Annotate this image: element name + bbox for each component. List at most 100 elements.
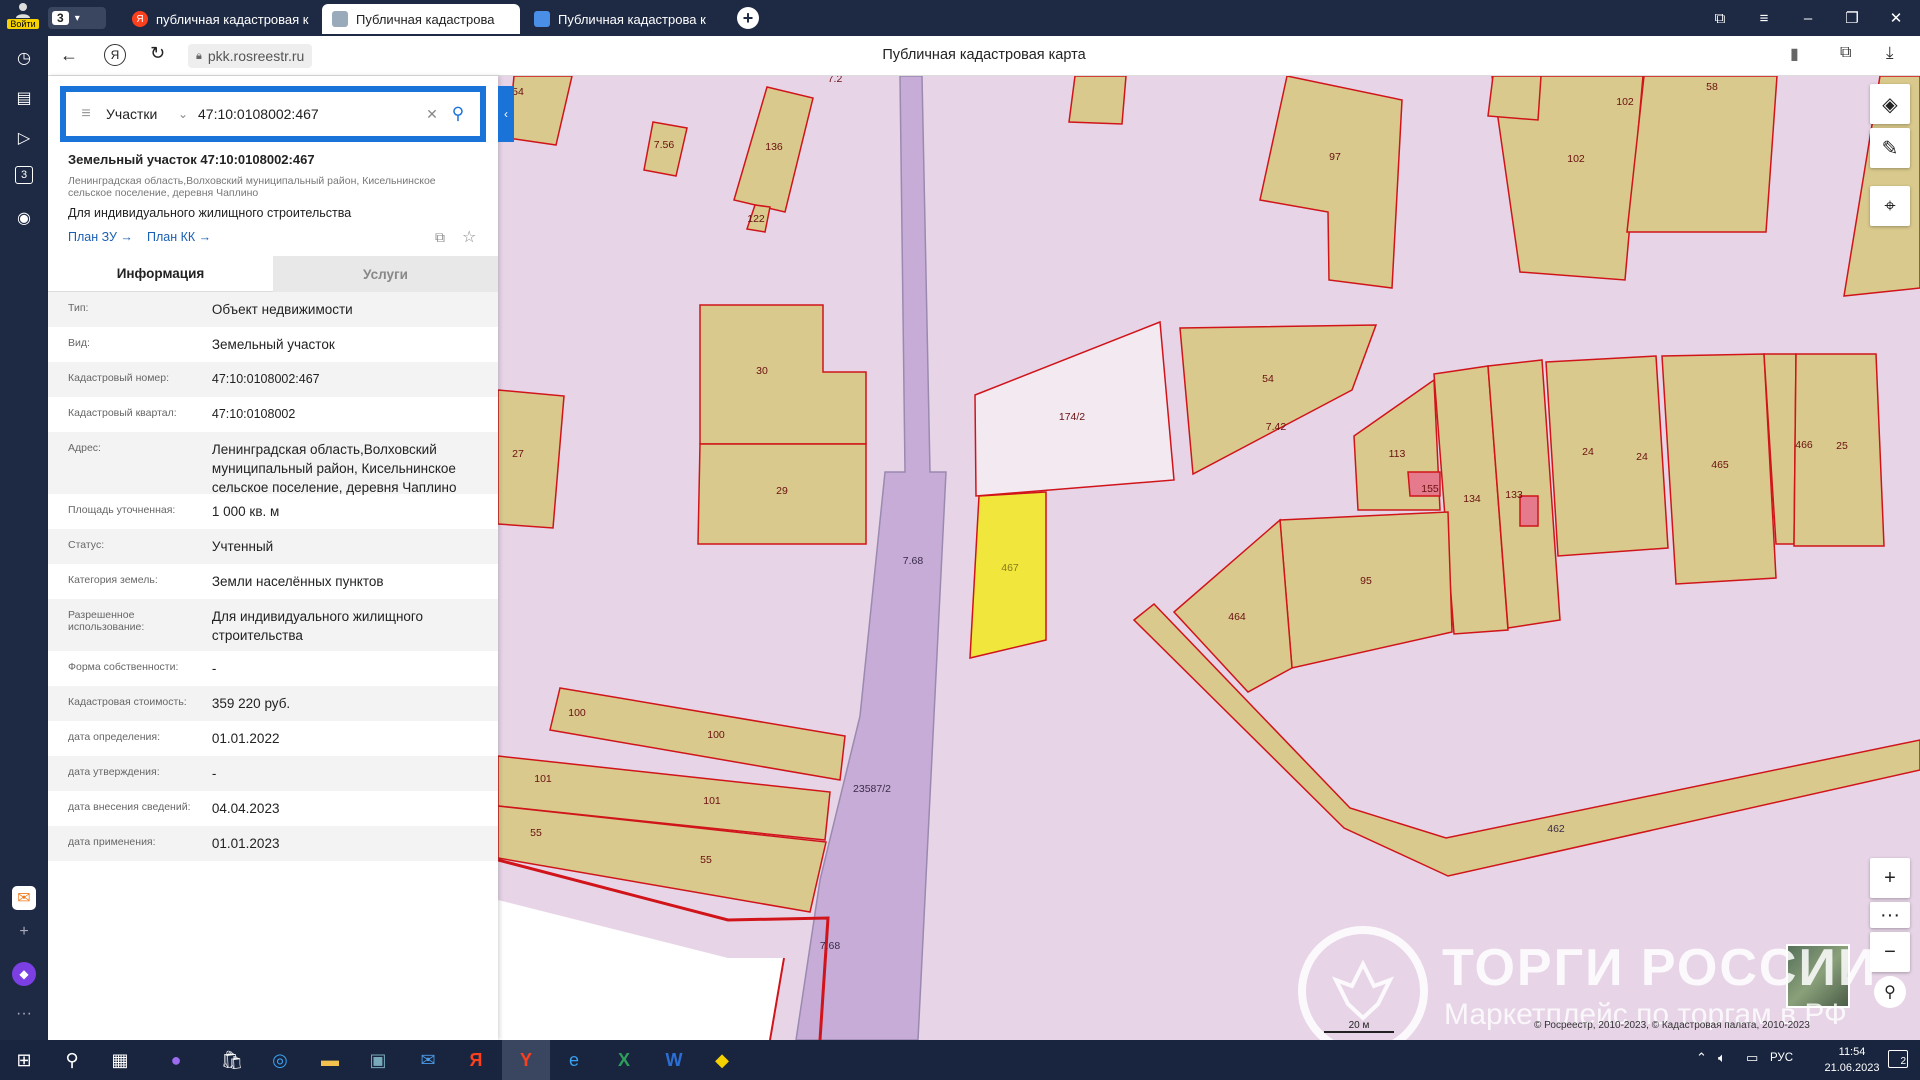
- parcel-label: 23587/2: [853, 783, 891, 795]
- info-value: 1 000 кв. м: [211, 504, 280, 519]
- new-tab-button[interactable]: +: [737, 7, 759, 29]
- parcel[interactable]: [699, 304, 867, 445]
- search-icon[interactable]: ⚲: [444, 104, 472, 124]
- search-category[interactable]: Участки: [106, 106, 178, 122]
- info-value: Объект недвижимости: [211, 302, 353, 317]
- zoom-in-button[interactable]: +: [1870, 858, 1910, 898]
- info-value[interactable]: 47:10:0108002: [212, 397, 478, 432]
- ruler-button[interactable]: ✎: [1870, 128, 1910, 168]
- map-canvas[interactable]: 547.27.56 136122971021025830174/2547.4227…: [498, 76, 1920, 1040]
- control-panel-icon[interactable]: ▣: [354, 1040, 402, 1080]
- menu-icon[interactable]: ≡: [1744, 0, 1784, 36]
- info-row: Площадь уточненная: 1 000 кв. м: [48, 494, 498, 529]
- road-strip[interactable]: [795, 76, 947, 1040]
- excel-icon[interactable]: X: [600, 1040, 648, 1080]
- clear-icon[interactable]: ✕: [420, 106, 444, 123]
- collapse-panel-button[interactable]: ‹: [498, 86, 514, 142]
- yandex-taskbar-icon[interactable]: Я: [452, 1040, 500, 1080]
- tray-clock[interactable]: 11:54 21.06.2023: [1816, 1044, 1888, 1076]
- parcel-label: 55: [530, 827, 542, 839]
- profile-button[interactable]: Войти: [6, 2, 40, 34]
- favorite-star-icon[interactable]: ☆: [462, 227, 476, 247]
- search-input[interactable]: [198, 106, 420, 122]
- compass-icon[interactable]: ⚲: [1874, 976, 1906, 1008]
- add-icon[interactable]: +: [12, 920, 36, 944]
- download-icon[interactable]: ⤓: [1886, 43, 1894, 63]
- ie-icon[interactable]: e: [550, 1040, 598, 1080]
- collections-add-icon[interactable]: ⧉: [1840, 44, 1851, 62]
- parcel-label: 102: [1616, 96, 1634, 108]
- info-value: 04.04.2023: [211, 801, 280, 816]
- task-view-icon[interactable]: ▦: [96, 1040, 144, 1080]
- parcel-label: 113: [1389, 448, 1406, 460]
- windows-start-icon[interactable]: ⊞: [0, 1040, 48, 1080]
- tab-services[interactable]: Услуги: [273, 256, 498, 292]
- parcel-label: 174/2: [1059, 411, 1085, 423]
- info-key: Форма собственности:: [68, 661, 179, 673]
- close-icon[interactable]: ✕: [1876, 0, 1916, 36]
- parcel-selected[interactable]: [969, 491, 1047, 659]
- parcel-label: 101: [703, 795, 721, 807]
- word-icon[interactable]: W: [650, 1040, 698, 1080]
- volume-icon[interactable]: 🔈︎: [1718, 1050, 1726, 1066]
- mail-icon[interactable]: ✉: [12, 886, 36, 910]
- chevron-down-icon: ▾: [74, 12, 80, 24]
- parcel[interactable]: [1545, 355, 1669, 557]
- parcel-label: 155: [1421, 483, 1439, 495]
- plan-kk-link[interactable]: План КК →: [147, 230, 211, 244]
- tray-lang[interactable]: РУС: [1770, 1052, 1793, 1064]
- restore-icon[interactable]: ❐: [1832, 0, 1872, 36]
- parcel[interactable]: [1068, 76, 1127, 125]
- edge-icon[interactable]: ◎: [256, 1040, 304, 1080]
- alice-icon[interactable]: ◆: [12, 962, 36, 986]
- tab-information[interactable]: Информация: [48, 256, 273, 292]
- hamburger-icon[interactable]: ≡: [66, 105, 106, 123]
- bookmarks-manager-icon[interactable]: ⧉: [1700, 0, 1740, 36]
- yandex-browser-taskbar-icon[interactable]: Y: [502, 1040, 550, 1080]
- video-icon[interactable]: ▷: [12, 126, 36, 150]
- notifications-icon[interactable]: 2: [1888, 1050, 1908, 1068]
- history-icon[interactable]: ◷: [12, 46, 36, 70]
- tab-2[interactable]: Публичная кадастрова: [322, 4, 520, 34]
- mail-app-icon[interactable]: ✉: [404, 1040, 452, 1080]
- store-icon[interactable]: 🛍︎: [208, 1040, 256, 1080]
- alice-taskbar-icon[interactable]: ●: [152, 1040, 200, 1080]
- camera-icon[interactable]: ◉: [12, 206, 36, 230]
- cadastral-map[interactable]: 54 7.2 7.56 136 122 97 102 102 58 30 174/2 54 7.42 27…: [498, 76, 1920, 1040]
- zoom-more-button[interactable]: ···: [1870, 902, 1910, 928]
- bookmark-icon[interactable]: ▮: [1790, 44, 1799, 64]
- tab-counter[interactable]: 3 ▾: [48, 7, 106, 29]
- minimize-icon[interactable]: –: [1788, 0, 1828, 36]
- parcel[interactable]: [1259, 76, 1403, 289]
- info-value: Для индивидуального жилищного строительс…: [211, 609, 424, 643]
- parcel-label: 55: [700, 854, 712, 866]
- parcel[interactable]: [974, 320, 1175, 497]
- more-icon[interactable]: ···: [12, 1002, 36, 1026]
- parcel[interactable]: [1487, 76, 1542, 121]
- tab-1[interactable]: Я публичная кадастровая к: [122, 4, 320, 34]
- search-icon[interactable]: ⚲: [48, 1040, 96, 1080]
- tabs-icon[interactable]: 3: [15, 166, 33, 184]
- info-key: Площадь уточненная:: [68, 504, 176, 516]
- parcel-label: 122: [747, 213, 765, 225]
- parcel[interactable]: [498, 389, 565, 529]
- tab-3[interactable]: Публичная кадастрова к: [524, 4, 722, 34]
- collections-icon[interactable]: ▤: [12, 86, 36, 110]
- network-icon[interactable]: ▭: [1746, 1050, 1758, 1066]
- info-value[interactable]: 47:10:0108002:467: [212, 362, 478, 397]
- find-on-map-icon[interactable]: ⧉: [435, 229, 445, 246]
- parcel[interactable]: [1279, 511, 1453, 669]
- layers-button[interactable]: ◈: [1870, 84, 1910, 124]
- parcel[interactable]: [1626, 76, 1778, 233]
- explorer-icon[interactable]: ▬: [306, 1040, 354, 1080]
- plan-zu-link[interactable]: План ЗУ →: [68, 230, 133, 244]
- locate-button[interactable]: ⌖: [1870, 186, 1910, 226]
- app-icon[interactable]: ◆: [698, 1040, 746, 1080]
- info-key: Категория земель:: [68, 574, 158, 586]
- parcel[interactable]: [1179, 324, 1378, 476]
- info-row: Категория земель: Земли населённых пункто…: [48, 564, 498, 599]
- parcel-label: 462: [1547, 823, 1565, 835]
- category-dropdown-icon[interactable]: ⌄: [178, 107, 198, 121]
- tray-chevron-icon[interactable]: ⌃: [1696, 1050, 1707, 1066]
- tab-count: 3: [52, 11, 69, 25]
